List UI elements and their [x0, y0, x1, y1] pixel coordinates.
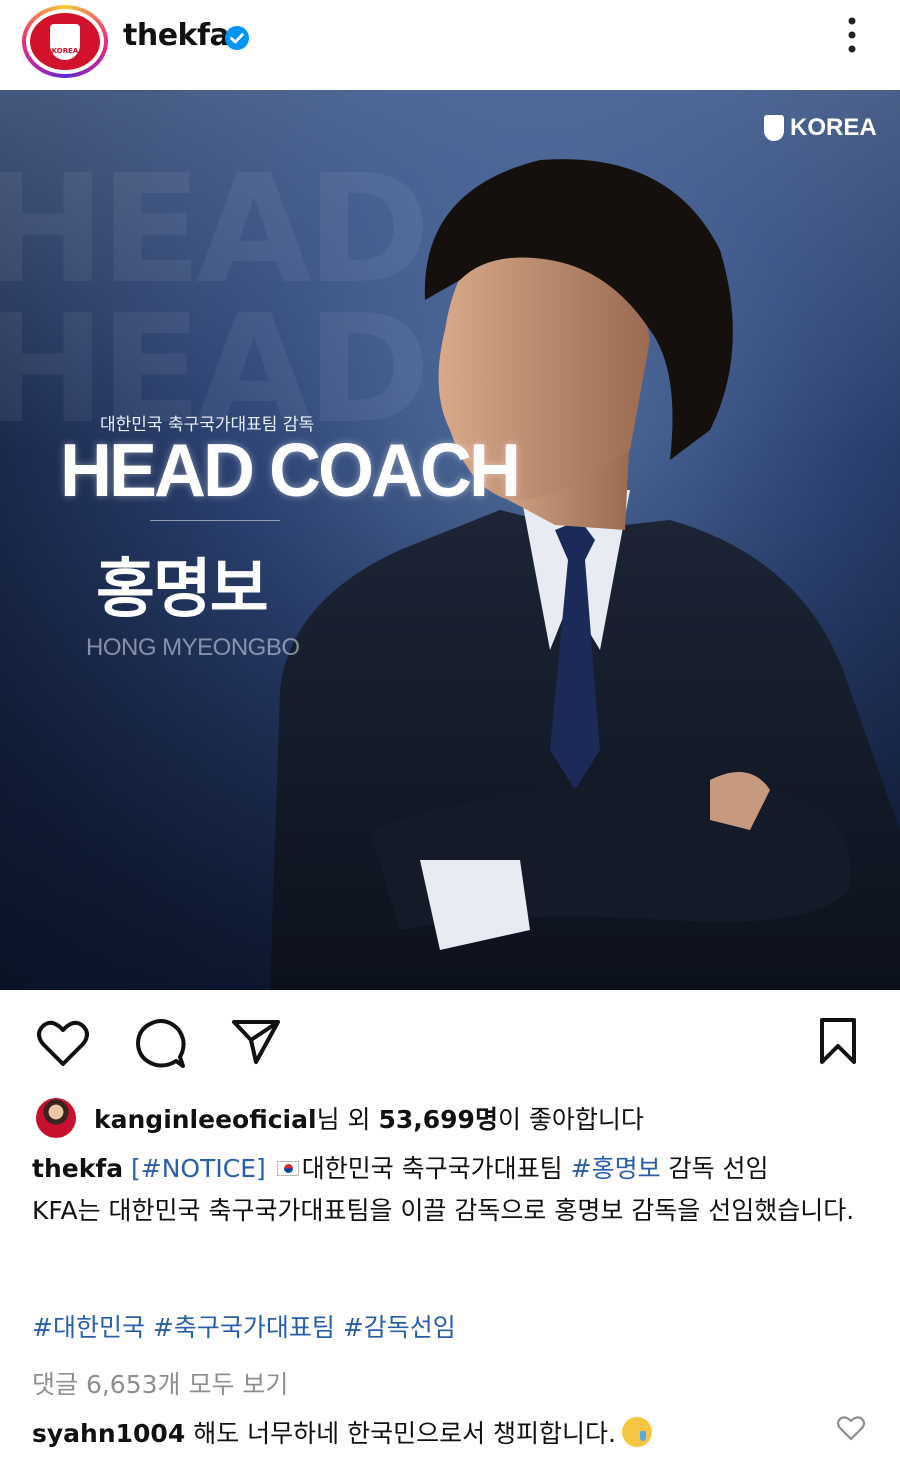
- liker-username[interactable]: kanginleeoficial: [94, 1105, 317, 1134]
- brand-label: KOREA: [790, 114, 877, 141]
- share-icon[interactable]: [230, 1016, 282, 1066]
- hashtag[interactable]: #축구국가대표팀: [153, 1313, 335, 1342]
- coach-name-roman: HONG MYEONGBO: [86, 634, 300, 661]
- caption-line1: 대한민국 축구국가대표팀: [301, 1154, 571, 1183]
- action-bar: [0, 990, 900, 1090]
- korea-flag-icon: [276, 1160, 299, 1176]
- post-header: KOREA thekfa: [0, 0, 900, 90]
- likes-connector: 님 외: [316, 1105, 379, 1134]
- more-options-icon[interactable]: [838, 15, 866, 55]
- coach-portrait: [270, 159, 900, 990]
- caption-tag-name[interactable]: #홍명보: [571, 1154, 661, 1183]
- comment-preview: syahn1004 해도 너무하네 한국민으로서 챙피합니다.: [32, 1414, 812, 1450]
- hashtag[interactable]: #감독선임: [343, 1313, 456, 1342]
- coach-name-korean: 홍명보: [96, 553, 269, 627]
- hashtag[interactable]: #대한민국: [32, 1313, 145, 1342]
- post-image[interactable]: HEAD HEAD KOREA 대한민국 축구국가대표팀 감독 HEAD COA…: [0, 90, 900, 990]
- verified-badge-icon: [225, 26, 249, 50]
- liker-avatar[interactable]: [36, 1098, 76, 1138]
- comment-username[interactable]: syahn1004: [32, 1419, 185, 1448]
- post-caption: thekfa [#NOTICE] 대한민국 축구국가대표팀 #홍명보 감독 선임…: [32, 1148, 872, 1232]
- crying-face-icon: [621, 1417, 652, 1447]
- avatar[interactable]: KOREA: [30, 13, 100, 70]
- bookmark-icon[interactable]: [816, 1016, 860, 1066]
- caption-body: KFA는 대한민국 축구국가대표팀을 이끌 감독으로 홍명보 감독을 선임했습니…: [32, 1196, 855, 1225]
- caption-line1-end: 감독 선임: [660, 1154, 769, 1183]
- likes-text: kanginleeoficial님 외 53,699명이 좋아합니다: [94, 1100, 644, 1136]
- view-all-comments-link[interactable]: 댓글 6,653개 모두 보기: [32, 1365, 288, 1401]
- image-headline: HEAD COACH: [60, 429, 521, 513]
- likes-count[interactable]: 53,699명: [378, 1105, 497, 1134]
- comment-text: 해도 너무하네 한국민으로서 챙피합니다.: [193, 1419, 616, 1448]
- hashtag-list: #대한민국 #축구국가대표팀 #감독선임: [32, 1308, 456, 1344]
- korea-brand-badge: KOREA: [764, 114, 877, 142]
- likes-suffix: 이 좋아합니다: [497, 1105, 644, 1134]
- caption-tag-notice[interactable]: [#NOTICE]: [131, 1154, 266, 1183]
- username[interactable]: thekfa: [123, 18, 230, 53]
- caption-username[interactable]: thekfa: [32, 1154, 123, 1183]
- heart-icon[interactable]: [36, 1018, 90, 1068]
- comment-like-heart-icon[interactable]: [836, 1414, 866, 1442]
- comment-icon[interactable]: [134, 1017, 186, 1069]
- kfa-shield-icon: [764, 115, 784, 141]
- kfa-logo-icon: KOREA: [50, 23, 80, 60]
- divider: [150, 520, 280, 521]
- likes-summary[interactable]: kanginleeoficial님 외 53,699명이 좋아합니다: [36, 1096, 644, 1140]
